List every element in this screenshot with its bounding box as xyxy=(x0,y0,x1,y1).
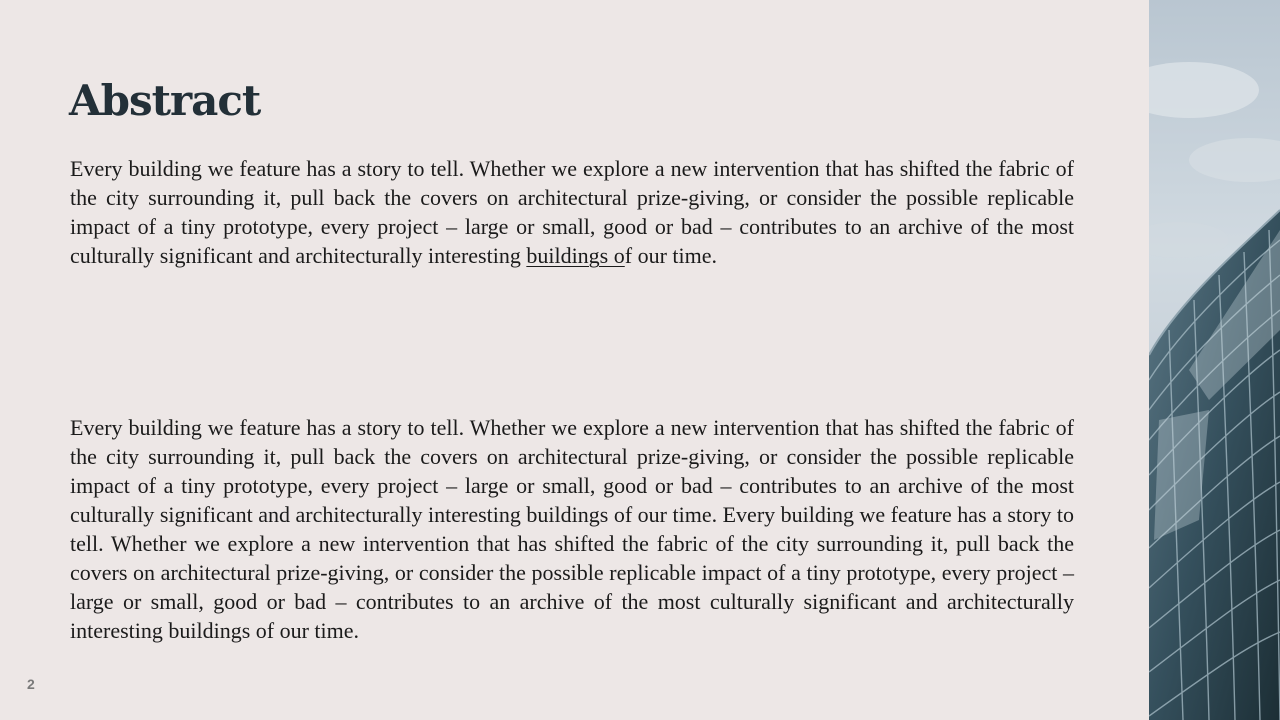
page-number: 2 xyxy=(27,676,35,692)
paragraph-1-ending: f our time. xyxy=(624,243,718,268)
building-photo xyxy=(1149,0,1280,720)
abstract-paragraph-2: Every building we feature has a story to… xyxy=(70,415,1074,643)
slide-title: Abstract xyxy=(69,76,261,125)
paragraph-1-underlined-text: buildings o xyxy=(526,243,625,268)
abstract-paragraph-1: Every building we feature has a story to… xyxy=(70,154,1074,270)
